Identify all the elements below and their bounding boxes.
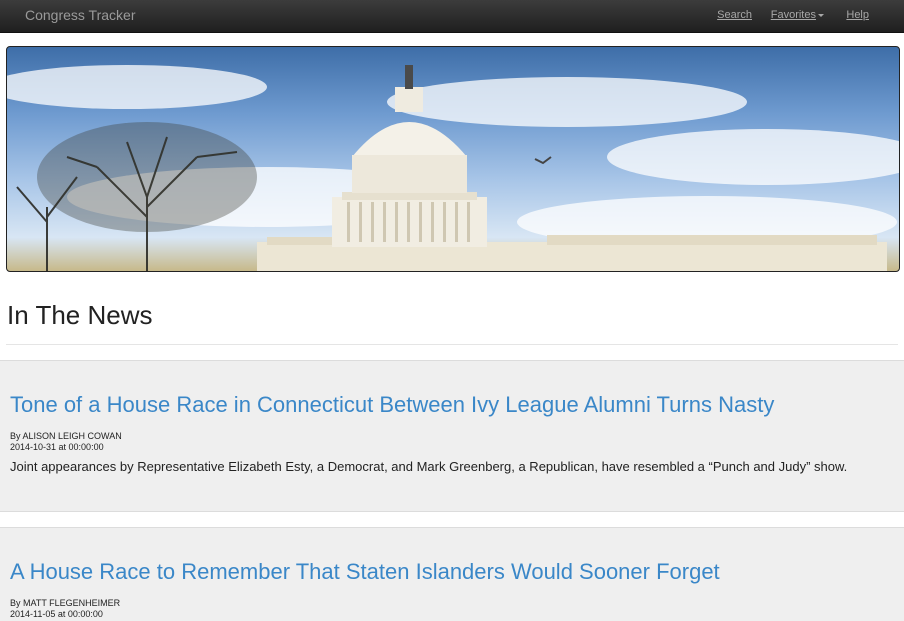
- hero-image-capitol: [6, 46, 900, 272]
- article-summary: Joint appearances by Representative Eliz…: [10, 459, 848, 474]
- article-headline-link[interactable]: A House Race to Remember That Staten Isl…: [10, 559, 720, 585]
- article-date: 2014-10-31 at 00:00:00: [10, 442, 104, 452]
- nav-favorites-label: Favorites: [770, 9, 816, 21]
- chevron-down-icon: [818, 13, 824, 17]
- nav-search-link[interactable]: Search: [717, 9, 752, 21]
- news-article: Tone of a House Race in Connecticut Betw…: [0, 360, 904, 512]
- divider: [6, 344, 898, 345]
- page-title: In The News: [7, 300, 153, 330]
- top-navbar: Congress Tracker Search Favorites Help: [0, 0, 904, 33]
- news-article: A House Race to Remember That Staten Isl…: [0, 527, 904, 621]
- nav-favorites-dropdown[interactable]: Favorites: [771, 9, 824, 21]
- article-byline: By ALISON LEIGH COWAN: [10, 431, 122, 441]
- brand-logo[interactable]: Congress Tracker: [25, 7, 135, 23]
- nav-help-link[interactable]: Help: [846, 9, 869, 21]
- article-headline-link[interactable]: Tone of a House Race in Connecticut Betw…: [10, 392, 774, 418]
- article-date: 2014-11-05 at 00:00:00: [10, 609, 103, 619]
- article-byline: By MATT FLEGENHEIMER: [10, 598, 121, 608]
